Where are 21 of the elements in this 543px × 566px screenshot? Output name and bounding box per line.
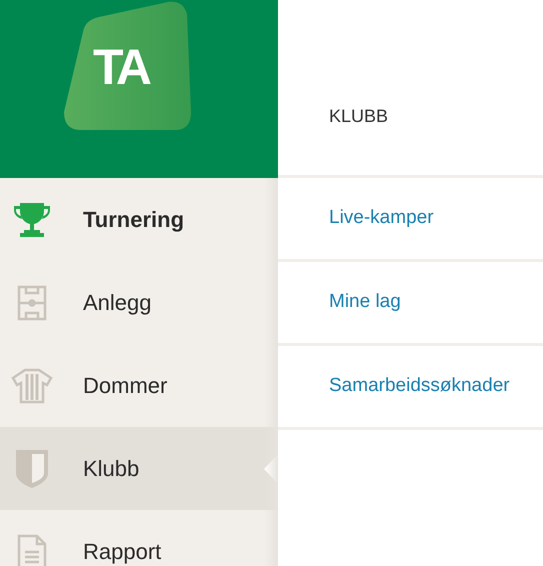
submenu-title: KLUBB — [329, 105, 388, 128]
sidebar-label: Turnering — [83, 208, 184, 230]
sidebar-item[interactable]: Turnering — [0, 178, 278, 261]
document-icon — [16, 534, 46, 566]
logo-text: TA — [93, 42, 148, 92]
submenu-link[interactable]: Samarbeidssøknader — [329, 372, 510, 401]
sidebar-label: Anlegg — [83, 292, 152, 314]
sidebar-item[interactable]: Anlegg — [0, 261, 278, 344]
sidebar-label: Dommer — [83, 374, 168, 396]
pointer-icon — [264, 454, 278, 484]
shield-icon — [14, 448, 48, 488]
sidebar-label: Rapport — [83, 540, 162, 562]
submenu-link[interactable]: Live-kamper — [329, 204, 434, 233]
submenu-link[interactable]: Mine lag — [329, 288, 401, 317]
sidebar-label: Klubb — [83, 458, 140, 480]
shirt-icon — [10, 368, 52, 404]
sidebar-item[interactable]: Dommer — [0, 344, 278, 427]
sidebar-item[interactable]: Rapport — [0, 510, 278, 566]
sidebar-item[interactable]: Klubb — [0, 427, 278, 510]
trophy-icon — [12, 200, 52, 238]
pitch-icon — [16, 284, 46, 320]
